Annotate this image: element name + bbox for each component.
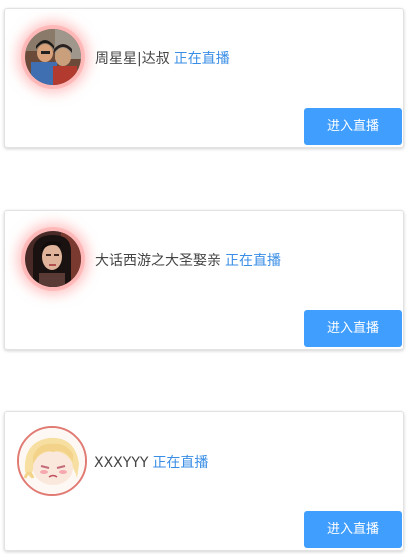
live-room-card: 大话西游之大圣娶亲 正在直播 进入直播	[4, 210, 404, 350]
avatar-photo-icon	[25, 231, 81, 287]
room-avatar	[25, 231, 81, 287]
enter-live-button[interactable]: 进入直播	[304, 310, 402, 347]
live-status-label: 正在直播	[225, 253, 281, 269]
room-avatar	[25, 29, 81, 85]
room-name: XXXYYY	[94, 455, 149, 471]
live-status-label: 正在直播	[152, 455, 209, 471]
room-name: 周星星|达叔	[95, 51, 170, 67]
live-status-label: 正在直播	[173, 51, 230, 67]
avatar-photo-icon	[25, 29, 81, 85]
avatar-anime-icon	[19, 428, 85, 494]
enter-live-button[interactable]: 进入直播	[304, 108, 402, 145]
room-info: 大话西游之大圣娶亲 正在直播	[95, 251, 281, 271]
room-avatar	[17, 426, 87, 496]
live-room-list: 周星星|达叔 正在直播 进入直播 大话西游之大圣娶亲 正在直播 进入直播 XXX…	[0, 0, 416, 556]
room-name: 大话西游之大圣娶亲	[95, 253, 221, 269]
enter-live-button[interactable]: 进入直播	[304, 511, 402, 548]
room-info: 周星星|达叔 正在直播	[95, 49, 230, 69]
live-room-card: XXXYYY 正在直播 进入直播	[4, 411, 404, 551]
live-room-card: 周星星|达叔 正在直播 进入直播	[4, 8, 404, 148]
room-info: XXXYYY 正在直播	[94, 453, 208, 473]
